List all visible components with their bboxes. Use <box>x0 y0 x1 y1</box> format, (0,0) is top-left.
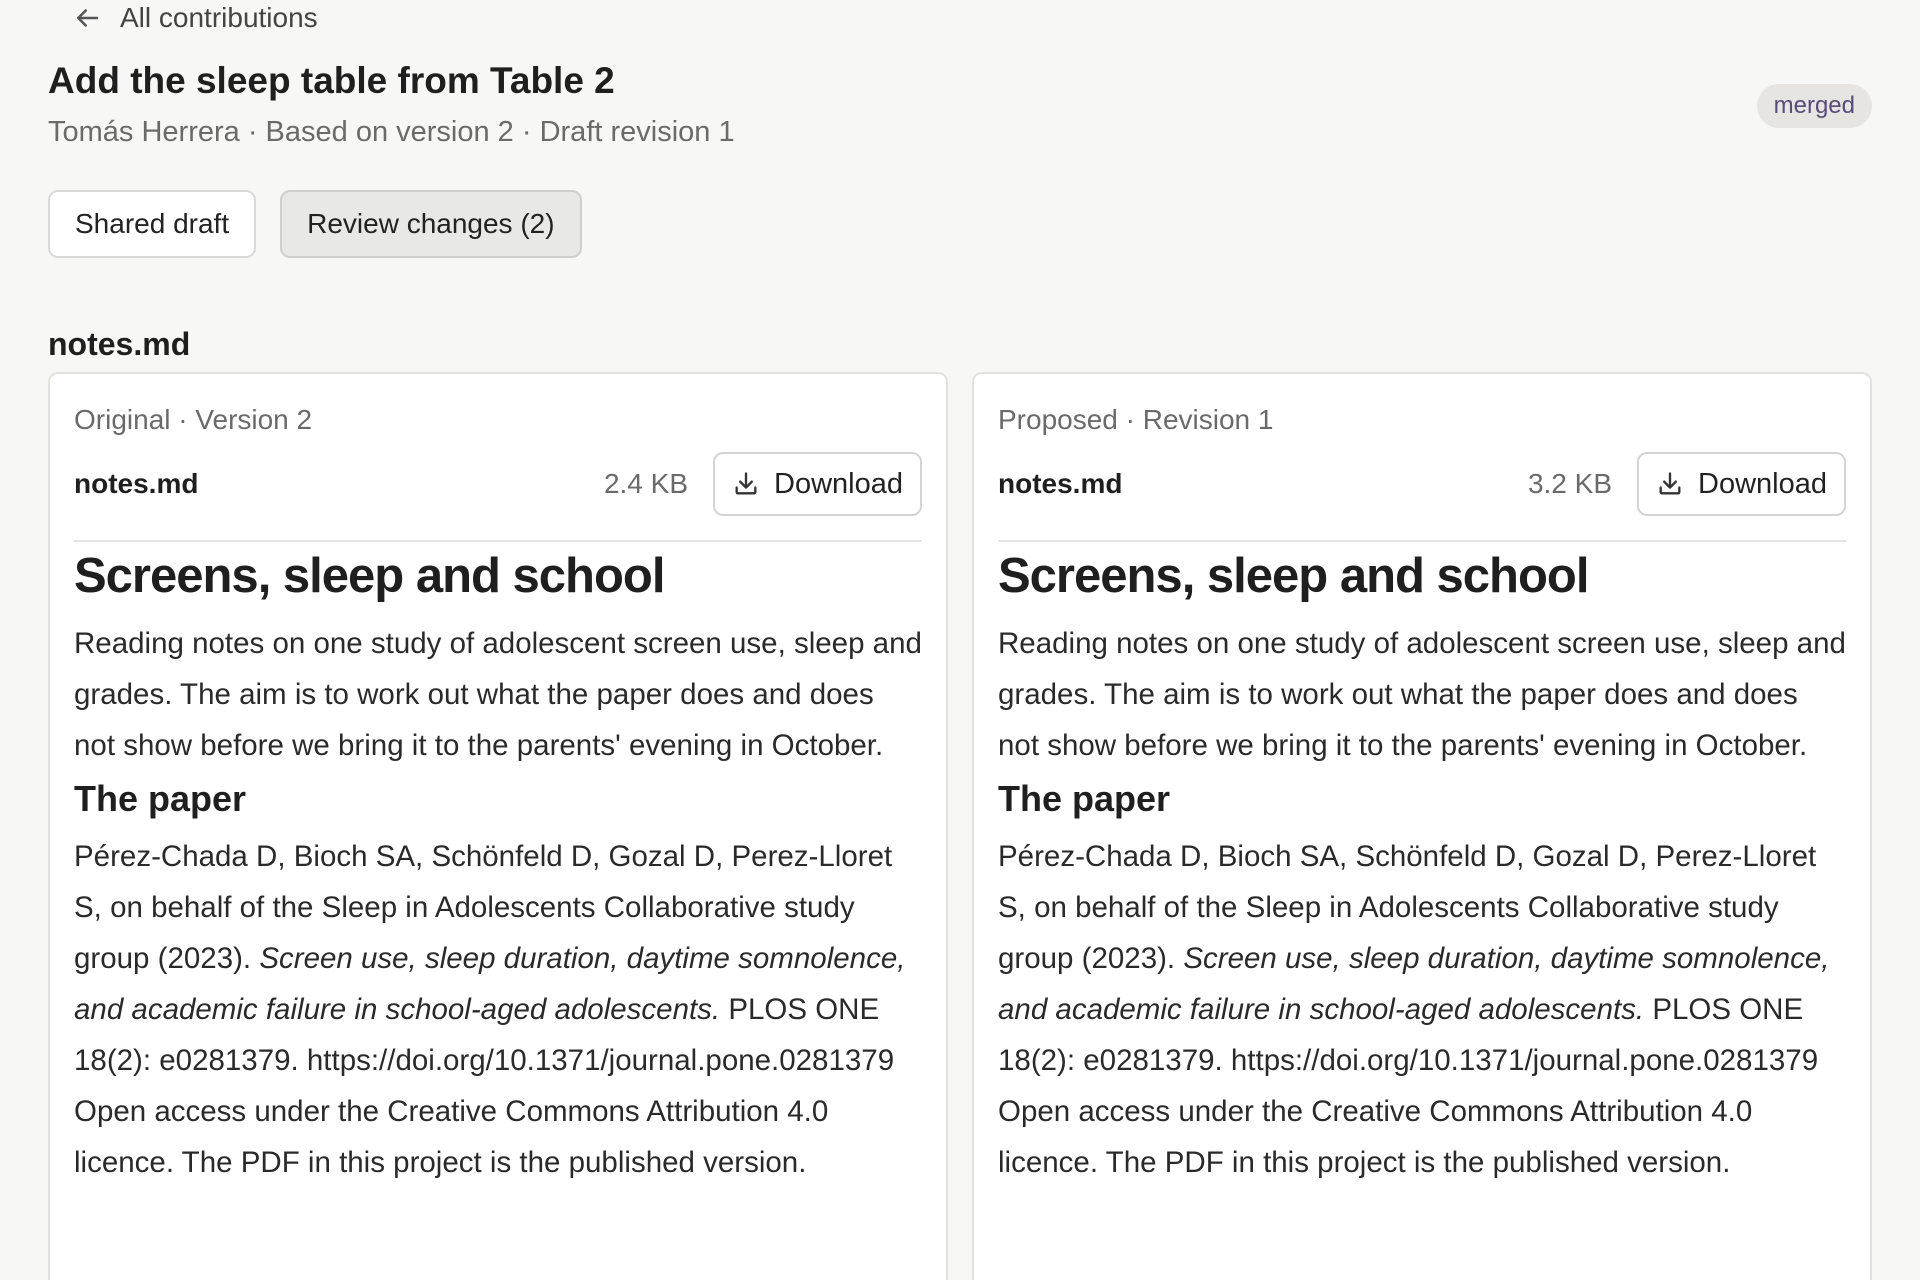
doc-citation: Pérez-Chada D, Bioch SA, Schönfeld D, Go… <box>74 831 922 1086</box>
doc-heading: Screens, sleep and school <box>74 549 665 603</box>
proposed-file-panel: Proposed · Revision 1 notes.md 3.2 KB Do… <box>972 372 1872 1280</box>
back-to-contributions-link[interactable]: All contributions <box>72 2 318 34</box>
file-size: 2.4 KB <box>603 468 689 499</box>
original-file-panel: Original · Version 2 notes.md 2.4 KB Dow… <box>48 372 948 1280</box>
panel-caption: Proposed · Revision 1 <box>998 404 1274 435</box>
document-preview: Screens, sleep and school Reading notes … <box>998 548 1846 1188</box>
doc-section-heading: The paper <box>998 778 1171 819</box>
arrow-left-icon <box>77 9 99 27</box>
back-link-label: All contributions <box>120 2 318 33</box>
download-proposed-button[interactable]: Download <box>1637 452 1846 516</box>
tab-shared-draft[interactable]: Shared draft <box>48 190 257 258</box>
doc-intro-paragraph: Reading notes on one study of adolescent… <box>74 627 922 762</box>
file-header-row: notes.md 2.4 KB Download <box>74 452 922 542</box>
file-header-row: notes.md 3.2 KB Download <box>998 452 1846 542</box>
download-original-button[interactable]: Download <box>713 452 922 516</box>
page: All contributions Add the sleep table fr… <box>0 0 1920 1280</box>
doc-intro-paragraph: Reading notes on one study of adolescent… <box>998 627 1846 762</box>
doc-section-heading: The paper <box>74 778 247 819</box>
file-section-title: notes.md <box>48 326 191 362</box>
file-size: 3.2 KB <box>1527 468 1613 499</box>
doc-license-paragraph: Open access under the Creative Commons A… <box>998 1095 1753 1179</box>
download-icon <box>735 472 757 495</box>
document-preview: Screens, sleep and school Reading notes … <box>74 548 922 1188</box>
download-label: Download <box>1698 467 1827 500</box>
doc-heading: Screens, sleep and school <box>998 549 1589 603</box>
panel-caption: Original · Version 2 <box>74 404 313 435</box>
file-name: notes.md <box>74 468 199 499</box>
doc-citation: Pérez-Chada D, Bioch SA, Schönfeld D, Go… <box>998 831 1846 1086</box>
file-name: notes.md <box>998 468 1123 499</box>
view-tabs: Shared draft Review changes (2) <box>48 190 582 258</box>
page-title: Add the sleep table from Table 2 <box>48 60 615 101</box>
doc-license-paragraph: Open access under the Creative Commons A… <box>74 1095 829 1179</box>
download-icon <box>1659 472 1681 495</box>
page-subtitle: Tomás Herrera · Based on version 2 · Dra… <box>48 116 735 148</box>
download-label: Download <box>774 467 903 500</box>
tab-review-changes[interactable]: Review changes (2) <box>280 190 582 258</box>
status-badge: merged <box>1756 84 1872 128</box>
